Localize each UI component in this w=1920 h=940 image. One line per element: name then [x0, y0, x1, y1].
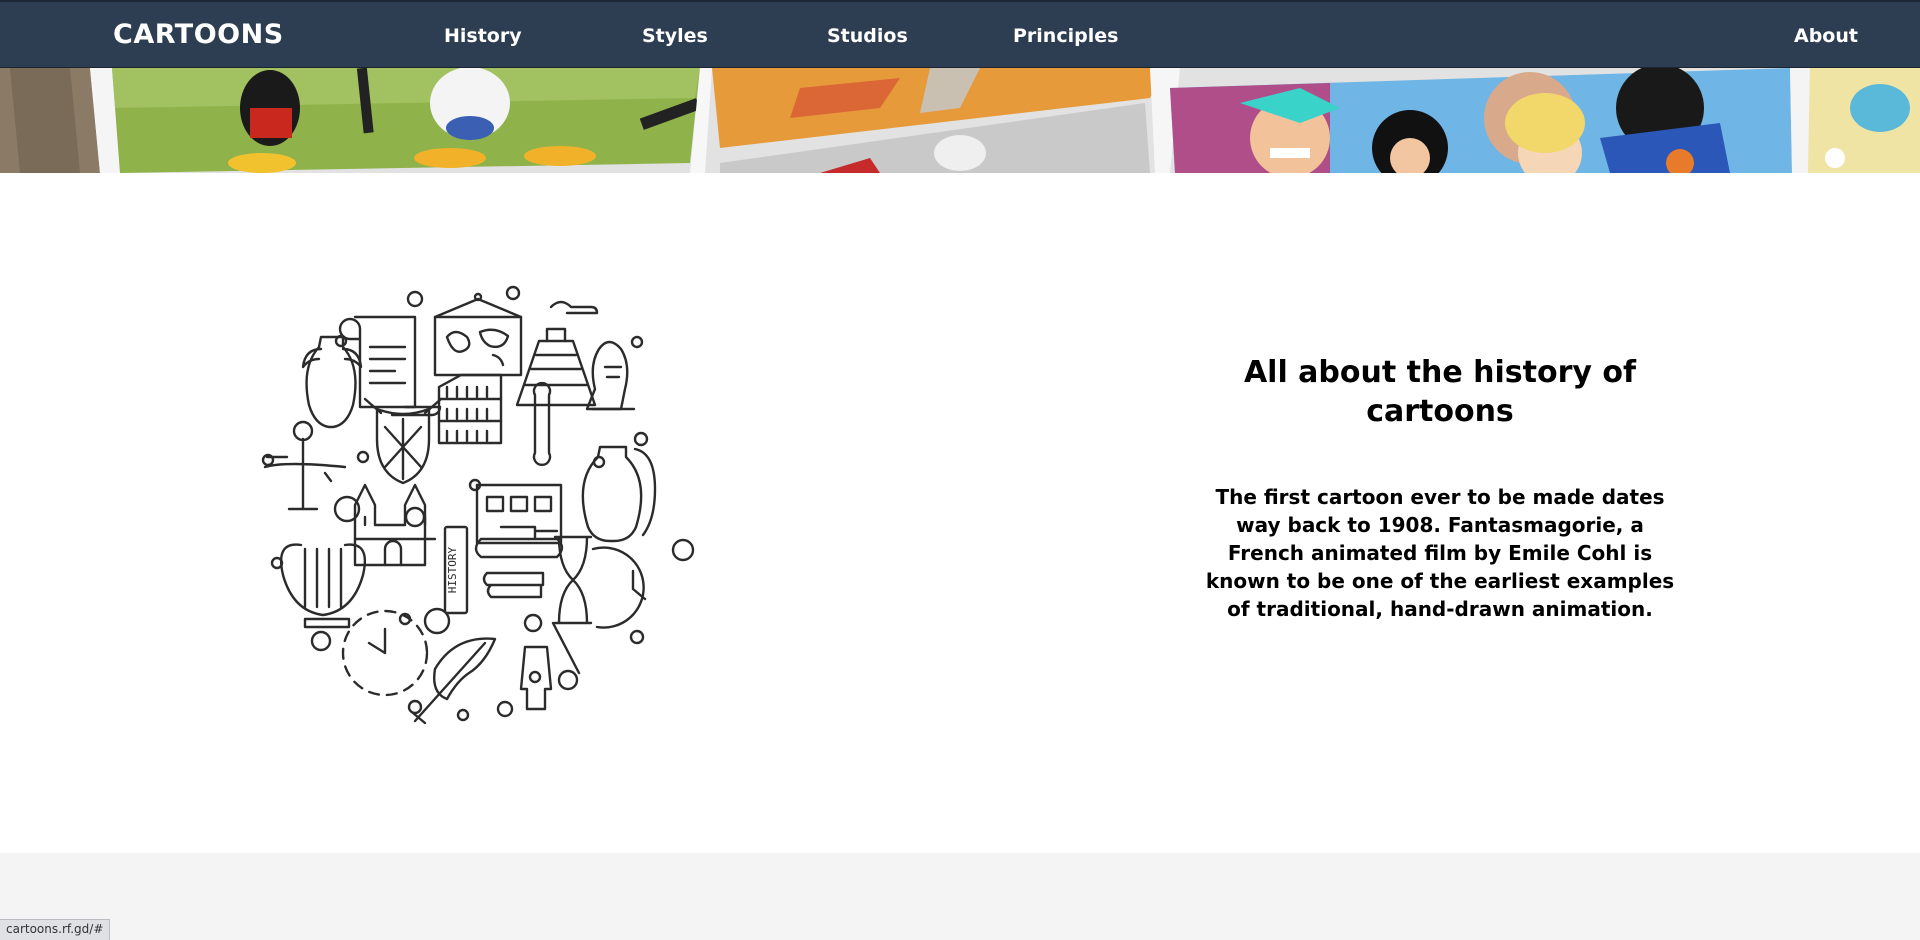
- page-title: All about the history of cartoons: [1243, 355, 1637, 429]
- brand-logo-link[interactable]: CARTOONS: [113, 19, 284, 50]
- history-intro-section: All about the history of cartoons The fi…: [1190, 353, 1690, 623]
- history-intro-text: The first cartoon ever to be made dates …: [1205, 485, 1675, 621]
- nav-link-history[interactable]: History: [444, 25, 522, 47]
- history-icons-graphic: HISTORY: [261, 285, 695, 725]
- cartoon-collage-banner: [0, 68, 1920, 173]
- nav-link-styles[interactable]: Styles: [642, 25, 708, 47]
- history-book-label: HISTORY: [446, 546, 459, 593]
- nav-link-studios[interactable]: Studios: [827, 25, 908, 47]
- footer: [0, 853, 1920, 940]
- nav-link-principles[interactable]: Principles: [1013, 25, 1118, 47]
- status-bar-url: cartoons.rf.gd/#: [0, 919, 111, 940]
- collage-image: [0, 68, 1920, 173]
- top-navbar: CARTOONS History Styles Studios Principl…: [0, 0, 1920, 68]
- nav-link-about[interactable]: About: [1794, 25, 1858, 47]
- history-illustration: HISTORY: [255, 277, 705, 727]
